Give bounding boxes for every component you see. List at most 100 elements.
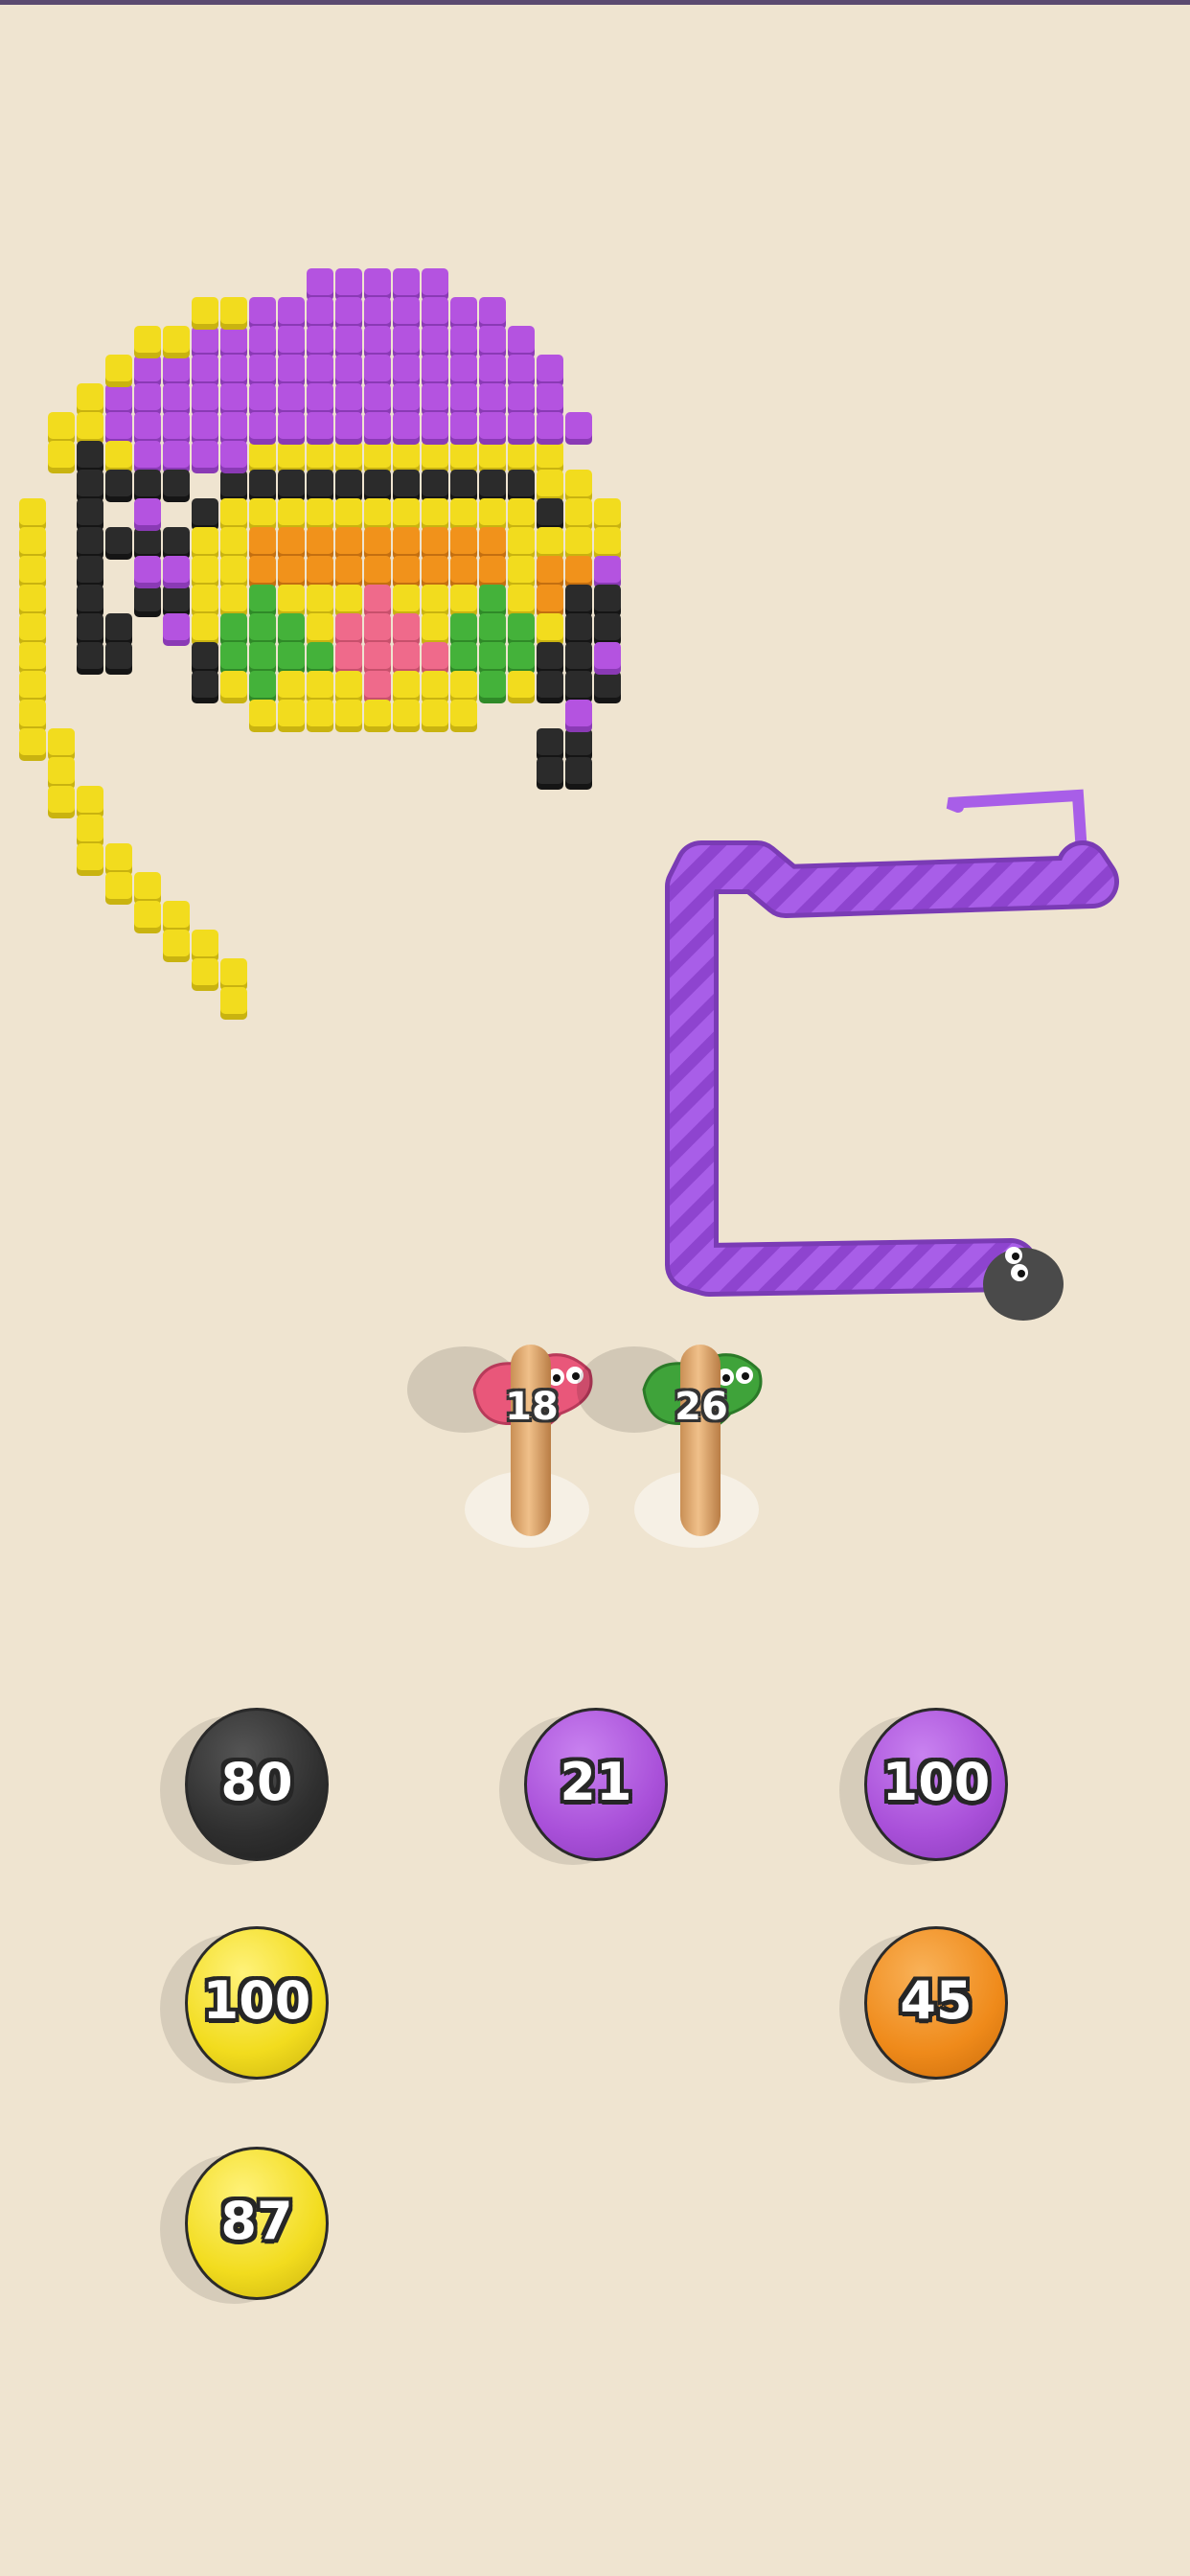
pixel-cube (537, 498, 563, 525)
pixel-cube (537, 412, 563, 439)
pixel-cube (163, 470, 190, 496)
pixel-cube (364, 383, 391, 410)
ball-black-80[interactable]: 80 (160, 1708, 332, 1867)
pixel-cube (364, 498, 391, 525)
pixel-cube (508, 355, 535, 381)
pixel-cube (393, 412, 420, 439)
pixel-cube (220, 383, 247, 410)
pixel-cube (364, 642, 391, 669)
pixel-cube (220, 556, 247, 583)
pixel-cube (163, 383, 190, 410)
pixel-cube (422, 671, 448, 698)
pixel-cube (508, 613, 535, 640)
pixel-cube (220, 412, 247, 439)
pixel-cube (19, 527, 46, 554)
pixel-cube (479, 642, 506, 669)
pixel-cube (537, 585, 563, 611)
pixel-cube (594, 556, 621, 583)
pixel-cube (134, 441, 161, 468)
pixel-cube (537, 527, 563, 554)
pixel-cube (594, 527, 621, 554)
pixel-cube (105, 470, 132, 496)
pixel-cube (163, 901, 190, 928)
pixel-cube (335, 441, 362, 468)
pixel-cube (479, 441, 506, 468)
pixel-cube (335, 498, 362, 525)
pixel-cube (220, 585, 247, 611)
pixel-cube (565, 728, 592, 755)
pixel-cube (335, 556, 362, 583)
pixel-cube (422, 383, 448, 410)
pixel-cube (450, 412, 477, 439)
pixel-cube (450, 297, 477, 324)
pixel-cube (163, 355, 190, 381)
ball-count: 100 (881, 1752, 991, 1812)
pixel-cube (565, 412, 592, 439)
pixel-cube (77, 786, 103, 813)
pixel-cube (278, 585, 305, 611)
pixel-cube (479, 671, 506, 698)
pixel-cube (537, 757, 563, 784)
pixel-cube (278, 671, 305, 698)
ball-orange-45[interactable]: 45 (839, 1926, 1012, 2085)
pixel-cube (422, 441, 448, 468)
pixel-cube (422, 355, 448, 381)
pixel-cube (565, 757, 592, 784)
pixel-cube (508, 412, 535, 439)
pixel-cube (450, 700, 477, 726)
worm-outline (665, 840, 1119, 1297)
pixel-cube (192, 527, 218, 554)
pixel-cube (393, 383, 420, 410)
pixel-cube (278, 556, 305, 583)
pixel-cube (134, 556, 161, 583)
pixel-cube (594, 585, 621, 611)
pixel-cube (364, 441, 391, 468)
pixel-cube (77, 498, 103, 525)
pixel-cube (19, 556, 46, 583)
pixel-cube (220, 642, 247, 669)
pixel-cube (249, 585, 276, 611)
pixel-cube (422, 470, 448, 496)
ball-purple-100[interactable]: 100 (839, 1708, 1012, 1867)
pixel-cube (479, 297, 506, 324)
pixel-cube (479, 498, 506, 525)
pixel-cube (450, 585, 477, 611)
pixel-cube (105, 441, 132, 468)
pixel-cube (278, 700, 305, 726)
pixel-cube (220, 527, 247, 554)
pixel-cube (307, 613, 333, 640)
worm-stick-green[interactable]: 26 (577, 1327, 816, 1548)
pixel-cube (508, 527, 535, 554)
pixel-cube (335, 297, 362, 324)
ball-yellow-87[interactable]: 87 (160, 2147, 332, 2306)
ball-yellow-100[interactable]: 100 (160, 1926, 332, 2085)
pixel-cube (105, 355, 132, 381)
pixel-cube (364, 412, 391, 439)
pixel-cube (19, 728, 46, 755)
pixel-cube (422, 326, 448, 353)
pixel-cube (364, 268, 391, 295)
pixel-cube (422, 498, 448, 525)
pixel-cube (192, 671, 218, 698)
pixel-cube (307, 700, 333, 726)
pixel-cube (249, 498, 276, 525)
pixel-cube (479, 412, 506, 439)
pixel-cube (479, 613, 506, 640)
pixel-cube (565, 527, 592, 554)
pixel-cube (307, 355, 333, 381)
pixel-cube (278, 412, 305, 439)
pixel-cube (450, 556, 477, 583)
wooden-stick (680, 1345, 721, 1536)
pixel-cube (537, 613, 563, 640)
pixel-cube (220, 498, 247, 525)
pixel-cube (479, 585, 506, 611)
pixel-cube (335, 642, 362, 669)
pixel-cube (220, 613, 247, 640)
pixel-cube (192, 556, 218, 583)
pixel-cube (508, 556, 535, 583)
pixel-cube (393, 297, 420, 324)
ball-count: 21 (560, 1752, 632, 1812)
ball-purple-21[interactable]: 21 (499, 1708, 672, 1867)
purple-worm[interactable] (665, 789, 1119, 1321)
pixel-cube (77, 642, 103, 669)
